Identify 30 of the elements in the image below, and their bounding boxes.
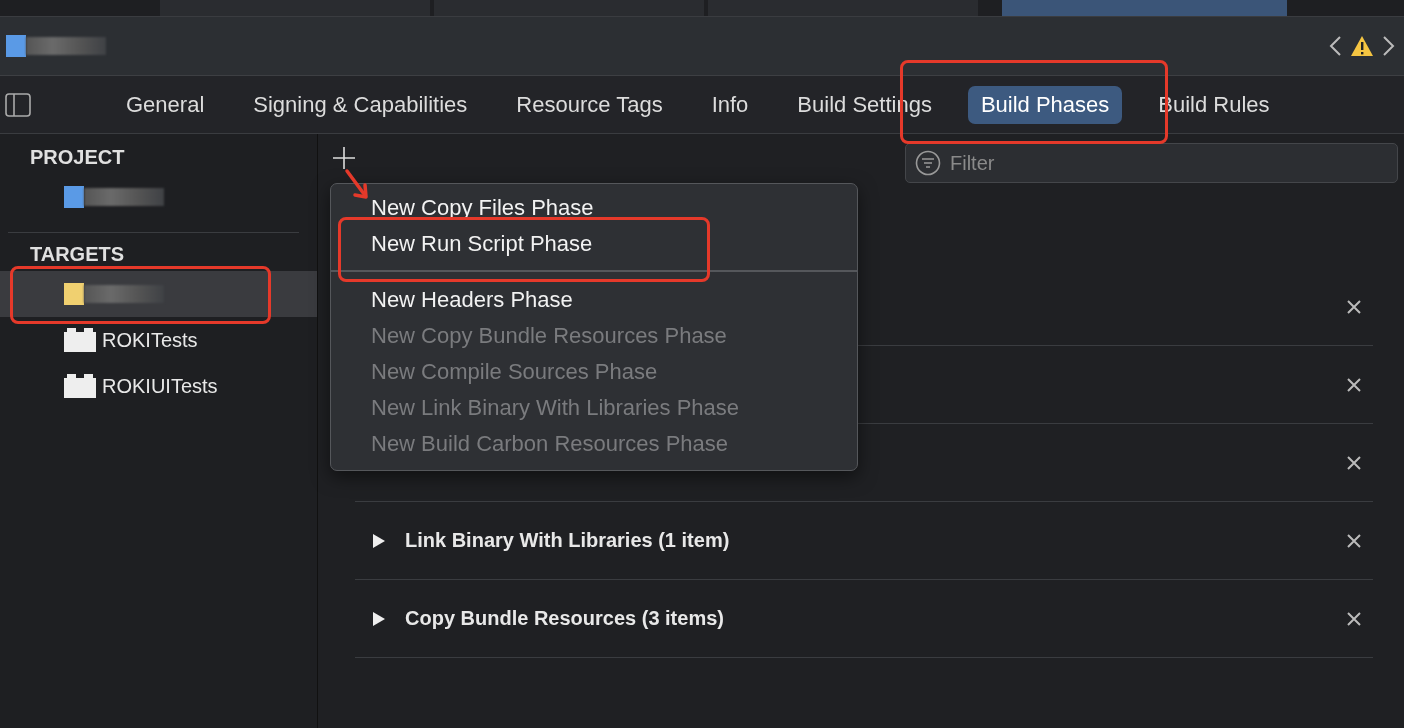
section-header: TARGETS xyxy=(29,243,126,267)
forward-icon[interactable] xyxy=(1382,35,1396,57)
tab[interactable]: Signing & Capabilities xyxy=(240,85,481,124)
close-icon[interactable] xyxy=(1347,299,1361,314)
warning-icon[interactable] xyxy=(1350,35,1374,57)
section-header: PROJECT xyxy=(29,146,126,170)
sidebar-item[interactable] xyxy=(0,271,317,317)
lego-brick-icon xyxy=(64,328,96,352)
close-icon[interactable] xyxy=(1347,455,1361,470)
add-icon[interactable] xyxy=(333,147,355,169)
phase-title: Copy Bundle Resources (3 items) xyxy=(405,607,724,630)
sidebar-item[interactable]: ROKITests xyxy=(0,317,317,363)
tab[interactable]: Info xyxy=(698,85,762,124)
back-icon[interactable] xyxy=(1328,35,1342,57)
disclosure-triangle-icon[interactable] xyxy=(371,532,387,549)
tab[interactable]: Build Phases xyxy=(967,85,1123,124)
sidebar-toggle-icon[interactable] xyxy=(5,92,31,117)
menu-item[interactable]: New Run Script Phase xyxy=(331,226,857,262)
phase-title: Link Binary With Libraries (1 item) xyxy=(405,529,730,552)
menu-item[interactable]: New Headers Phase xyxy=(331,282,857,318)
sidebar-item[interactable]: ROKIUITests xyxy=(0,363,317,409)
tab[interactable]: Resource Tags xyxy=(503,85,676,124)
lego-brick-icon xyxy=(64,374,96,398)
disclosure-triangle-icon[interactable] xyxy=(371,610,387,627)
annotation-arrow xyxy=(344,168,370,200)
close-icon[interactable] xyxy=(1347,377,1361,392)
tab[interactable]: General xyxy=(113,85,218,124)
close-icon[interactable] xyxy=(1347,611,1361,626)
filter-field[interactable]: Filter xyxy=(905,143,1398,183)
close-icon[interactable] xyxy=(1347,533,1361,548)
